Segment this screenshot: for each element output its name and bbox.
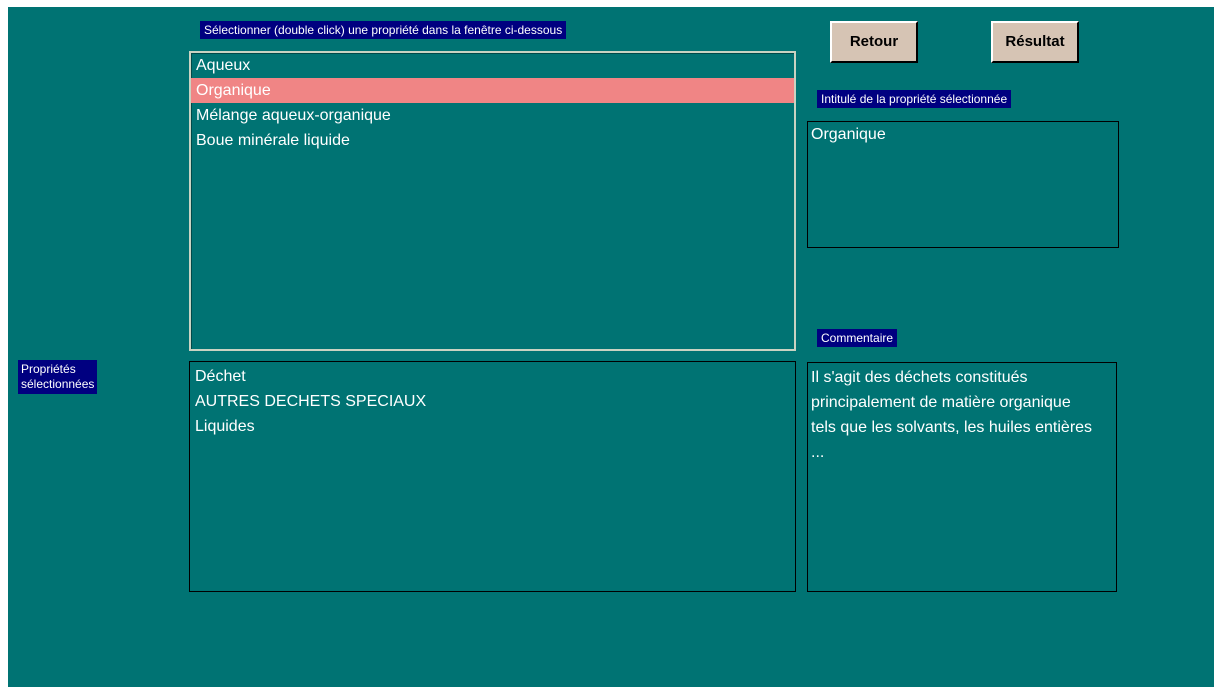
list-item-melange[interactable]: Mélange aqueux-organique	[191, 103, 794, 128]
selected-title-label: Intitulé de la propriété sélectionnée	[817, 90, 1012, 108]
list-item-organique[interactable]: Organique	[191, 78, 794, 103]
comment-panel: Il s'agit des déchets constitués princip…	[807, 362, 1117, 592]
selected-title-value: Organique	[811, 126, 886, 143]
comment-text: Il s'agit des déchets constitués princip…	[811, 369, 1093, 461]
resultat-button[interactable]: Résultat	[991, 21, 1079, 63]
selected-property-item: Déchet	[195, 368, 246, 385]
instruction-label: Sélectionner (double click) une propriét…	[200, 21, 567, 39]
selected-property-item: AUTRES DECHETS SPECIAUX	[195, 393, 427, 410]
property-listbox[interactable]: Aqueux Organique Mélange aqueux-organiqu…	[189, 51, 796, 351]
selected-properties-label-line1: Propriétés	[21, 362, 76, 376]
retour-button[interactable]: Retour	[830, 21, 918, 63]
selected-properties-label-line2: sélectionnées	[21, 377, 95, 391]
comment-label: Commentaire	[817, 329, 898, 347]
list-item-boue[interactable]: Boue minérale liquide	[191, 128, 794, 153]
selected-properties-label: Propriétés sélectionnées	[18, 360, 98, 394]
list-item-aqueux[interactable]: Aqueux	[191, 53, 794, 78]
selected-title-panel: Organique	[807, 121, 1119, 248]
selected-properties-panel: Déchet AUTRES DECHETS SPECIAUX Liquides	[189, 361, 796, 592]
form-window: Sélectionner (double click) une propriét…	[8, 7, 1214, 687]
selected-property-item: Liquides	[195, 418, 255, 435]
